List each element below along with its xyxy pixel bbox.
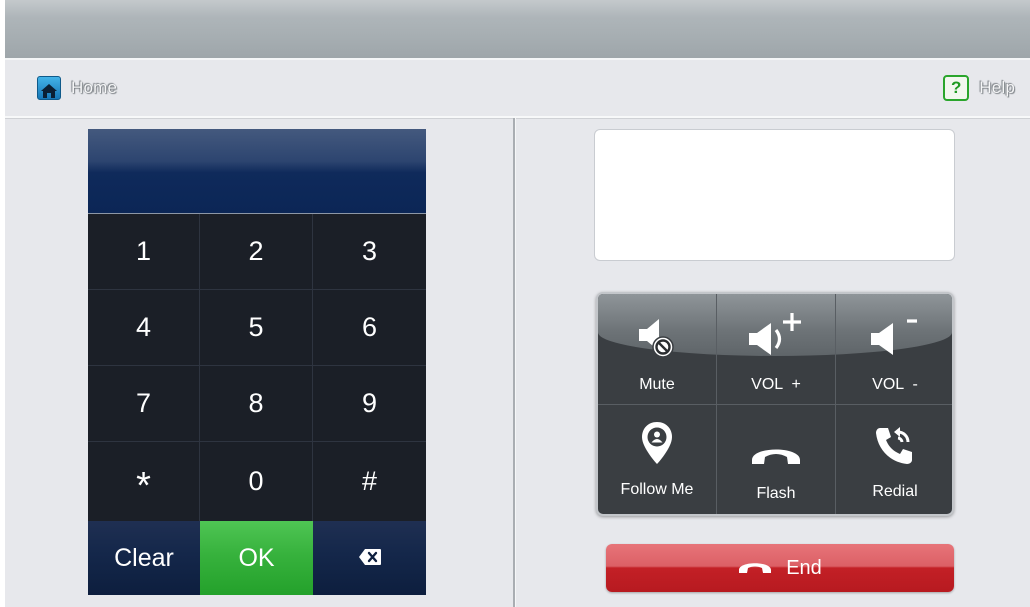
dial-keypad: 1 2 3 4 5 6 7 8 9 * 0 # Clear OK [88,129,426,595]
volume-down-icon [867,311,923,364]
mute-label: Mute [639,376,675,393]
key-6[interactable]: 6 [313,290,426,366]
clear-button[interactable]: Clear [88,521,200,595]
help-icon: ? [943,75,970,101]
redial-icon [874,424,916,471]
volume-up-icon [745,311,807,364]
app-frame: Home ? Help 1 2 3 4 5 6 7 8 9 * 0 # Clea… [5,0,1030,607]
ok-button[interactable]: OK [200,521,313,595]
redial-label: Redial [872,483,918,500]
key-5[interactable]: 5 [200,290,313,366]
call-info-box [594,129,955,261]
home-icon [37,76,61,100]
follow-me-button[interactable]: Follow Me [598,405,716,514]
digit-grid: 1 2 3 4 5 6 7 8 9 * 0 # [88,214,426,521]
mute-icon [637,315,677,364]
volume-up-label: VOL + [751,376,801,393]
volume-up-button[interactable]: VOL + [717,294,835,404]
home-button[interactable]: Home [37,74,117,102]
title-bar [5,0,1030,60]
delete-button[interactable] [313,521,426,595]
help-button[interactable]: ? Help [943,73,1015,103]
key-8[interactable]: 8 [200,366,313,442]
flash-label: Flash [756,485,796,502]
nav-bar: Home ? Help [5,60,1030,118]
key-0[interactable]: 0 [200,442,313,521]
volume-down-label: VOL - [872,376,918,393]
key-2[interactable]: 2 [200,214,313,290]
call-function-panel: Mute VOL + VOL - Follow Me Flash Redial [596,292,954,516]
key-4[interactable]: 4 [88,290,200,366]
key-9[interactable]: 9 [313,366,426,442]
backspace-icon [358,544,382,573]
panel-divider [513,118,516,607]
redial-button[interactable]: Redial [836,405,952,514]
flash-handset-icon [750,438,802,471]
follow-me-icon [640,420,674,471]
volume-down-button[interactable]: VOL - [836,294,952,404]
flash-button[interactable]: Flash [717,405,835,514]
home-label: Home [71,78,118,97]
key-star[interactable]: * [88,442,200,521]
key-3[interactable]: 3 [313,214,426,290]
end-call-label: End [786,556,822,579]
hang-up-icon [738,557,772,580]
help-label: Help [979,78,1015,97]
key-hash[interactable]: # [313,442,426,521]
end-call-button[interactable]: End [606,544,954,592]
keypad-actions: Clear OK [88,521,426,595]
key-7[interactable]: 7 [88,366,200,442]
dial-display [88,129,426,214]
mute-button[interactable]: Mute [598,294,716,404]
follow-me-label: Follow Me [620,481,694,498]
key-1[interactable]: 1 [88,214,200,290]
